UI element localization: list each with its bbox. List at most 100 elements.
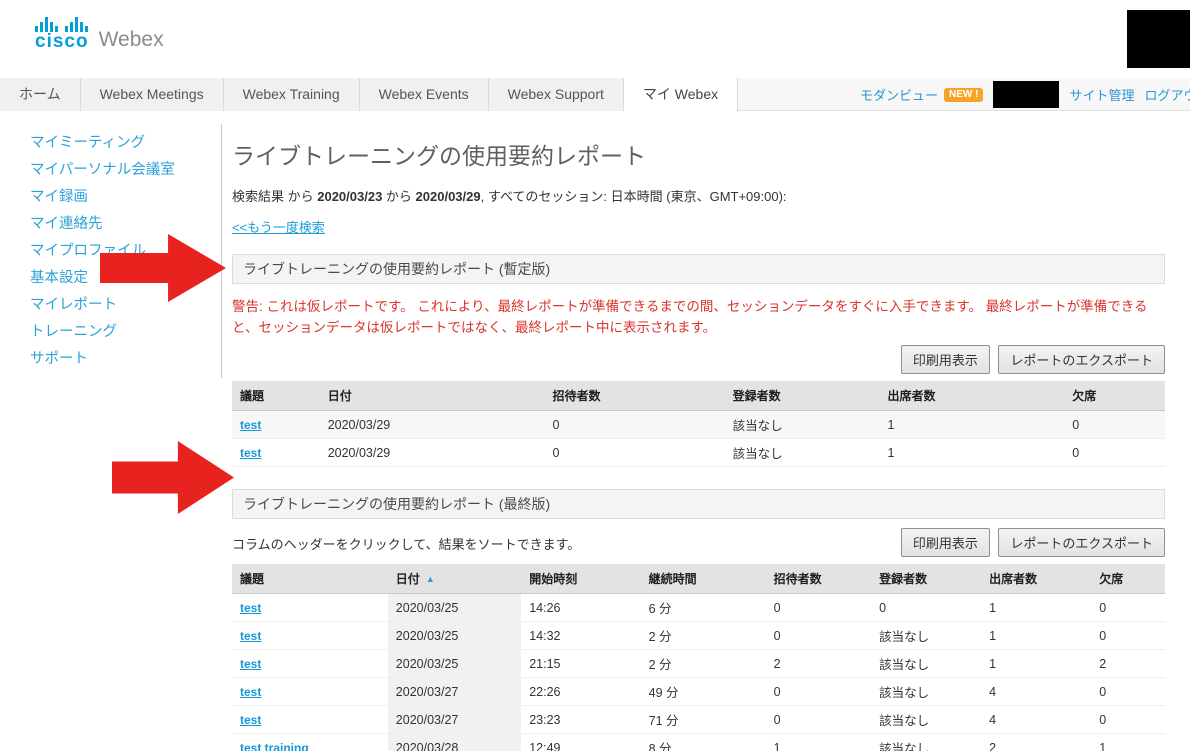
nav-tab-3[interactable]: Webex Training bbox=[224, 78, 360, 111]
sidebar-item[interactable]: マイレポート bbox=[30, 292, 221, 319]
cisco-bars-icon bbox=[35, 16, 88, 32]
table-cell: 49 分 bbox=[641, 678, 766, 706]
table-cell: 0 bbox=[545, 439, 725, 467]
table-cell: 8 分 bbox=[641, 734, 766, 751]
column-header[interactable]: 出席者数 bbox=[981, 564, 1091, 594]
redacted-user-name bbox=[993, 81, 1059, 108]
table-cell: 2020/03/27 bbox=[388, 678, 521, 706]
search-again-link[interactable]: <<もう一度検索 bbox=[232, 217, 325, 236]
table-cell: test bbox=[232, 622, 388, 650]
sidebar-item[interactable]: マイ連絡先 bbox=[30, 211, 221, 238]
table-cell: 12:49 bbox=[521, 734, 640, 751]
table-cell: 23:23 bbox=[521, 706, 640, 734]
sidebar-item[interactable]: マイパーソナル会議室 bbox=[30, 157, 221, 184]
provisional-section-title: ライブトレーニングの使用要約レポート (暫定版) bbox=[232, 254, 1165, 284]
session-link[interactable]: test training bbox=[240, 741, 309, 751]
column-header: 日付 bbox=[320, 381, 545, 411]
print-view-button[interactable]: 印刷用表示 bbox=[901, 528, 990, 557]
column-header[interactable]: 登録者数 bbox=[871, 564, 981, 594]
column-header[interactable]: 日付▲ bbox=[388, 564, 521, 594]
table-cell: 4 bbox=[981, 706, 1091, 734]
table-cell: 2020/03/29 bbox=[320, 411, 545, 439]
column-header[interactable]: 開始時刻 bbox=[521, 564, 640, 594]
session-link[interactable]: test bbox=[240, 629, 261, 643]
logout-link[interactable]: ログアウト bbox=[1144, 85, 1190, 104]
nav-tab-1[interactable]: ホーム bbox=[0, 78, 81, 111]
sort-hint-text: コラムのヘッダーをクリックして、結果をソートできます。 bbox=[232, 534, 580, 557]
table-cell: 1 bbox=[981, 594, 1091, 622]
nav-right-links: モダンビューNEW ! サイト管理 ログアウト bbox=[860, 78, 1190, 111]
nav-tab-6[interactable]: マイ Webex bbox=[624, 78, 738, 112]
table-row: test2020/03/2723:2371 分0該当なし40 bbox=[232, 706, 1165, 734]
session-link[interactable]: test bbox=[240, 601, 261, 615]
column-header: 登録者数 bbox=[725, 381, 880, 411]
sidebar-item[interactable]: サポート bbox=[30, 346, 221, 373]
column-header[interactable]: 欠席 bbox=[1091, 564, 1165, 594]
table-row: test training2020/03/2812:498 分1該当なし21 bbox=[232, 734, 1165, 751]
print-view-button[interactable]: 印刷用表示 bbox=[901, 345, 990, 374]
table-cell: 0 bbox=[766, 622, 871, 650]
provisional-warning-text: 警告: これは仮レポートです。 これにより、最終レポートが準備できるまでの間、セ… bbox=[232, 296, 1165, 338]
date-from: 2020/03/23 bbox=[317, 189, 382, 204]
export-report-button[interactable]: レポートのエクスポート bbox=[998, 345, 1165, 374]
sidebar-item[interactable]: マイ録画 bbox=[30, 184, 221, 211]
sidebar-item[interactable]: トレーニング bbox=[30, 319, 221, 346]
table-cell: 該当なし bbox=[871, 650, 981, 678]
table-cell: 該当なし bbox=[871, 706, 981, 734]
table-row: test2020/03/290該当なし10 bbox=[232, 439, 1165, 467]
table-cell: 0 bbox=[1091, 622, 1165, 650]
table-cell: 0 bbox=[1091, 594, 1165, 622]
table-cell: 該当なし bbox=[871, 622, 981, 650]
table-cell: 0 bbox=[545, 411, 725, 439]
table-cell: 2020/03/27 bbox=[388, 706, 521, 734]
table-cell: test bbox=[232, 439, 320, 467]
final-table: 議題日付▲開始時刻継続時間招待者数登録者数出席者数欠席test2020/03/2… bbox=[232, 564, 1165, 751]
table-cell: 2 分 bbox=[641, 622, 766, 650]
table-cell: 0 bbox=[1091, 706, 1165, 734]
annotation-arrow-final bbox=[112, 441, 234, 514]
table-cell: 2 bbox=[1091, 650, 1165, 678]
search-summary-text: から bbox=[382, 189, 415, 204]
table-cell: test bbox=[232, 678, 388, 706]
table-cell: 0 bbox=[1091, 678, 1165, 706]
provisional-button-row: 印刷用表示 レポートのエクスポート bbox=[232, 345, 1165, 374]
nav-tab-5[interactable]: Webex Support bbox=[489, 78, 624, 111]
export-report-button[interactable]: レポートのエクスポート bbox=[998, 528, 1165, 557]
table-cell: test bbox=[232, 411, 320, 439]
session-link[interactable]: test bbox=[240, 713, 261, 727]
provisional-table: 議題日付招待者数登録者数出席者数欠席test2020/03/290該当なし10t… bbox=[232, 381, 1165, 467]
table-cell: 2020/03/28 bbox=[388, 734, 521, 751]
table-row: test2020/03/290該当なし10 bbox=[232, 411, 1165, 439]
session-link[interactable]: test bbox=[240, 446, 261, 460]
session-link[interactable]: test bbox=[240, 685, 261, 699]
column-header: 欠席 bbox=[1064, 381, 1165, 411]
column-header[interactable]: 招待者数 bbox=[766, 564, 871, 594]
table-cell: 1 bbox=[879, 411, 1064, 439]
column-header: 招待者数 bbox=[545, 381, 725, 411]
table-cell: 14:32 bbox=[521, 622, 640, 650]
table-cell: 4 bbox=[981, 678, 1091, 706]
table-row: test2020/03/2722:2649 分0該当なし40 bbox=[232, 678, 1165, 706]
nav-tab-4[interactable]: Webex Events bbox=[360, 78, 489, 111]
table-cell: 1 bbox=[766, 734, 871, 751]
column-header: 出席者数 bbox=[879, 381, 1064, 411]
table-cell: 1 bbox=[981, 650, 1091, 678]
webex-logo: cisco Webex bbox=[35, 16, 164, 51]
table-row: test2020/03/2514:266 分0010 bbox=[232, 594, 1165, 622]
provisional-section: ライブトレーニングの使用要約レポート (暫定版) 警告: これは仮レポートです。… bbox=[232, 254, 1165, 467]
table-cell: 2 bbox=[766, 650, 871, 678]
cisco-wordmark: cisco bbox=[35, 33, 89, 51]
site-admin-link[interactable]: サイト管理 bbox=[1069, 85, 1134, 104]
session-link[interactable]: test bbox=[240, 657, 261, 671]
table-cell: 22:26 bbox=[521, 678, 640, 706]
sidebar-item[interactable]: マイミーティング bbox=[30, 130, 221, 157]
table-cell: test bbox=[232, 594, 388, 622]
redacted-region bbox=[1127, 10, 1190, 68]
column-header[interactable]: 継続時間 bbox=[641, 564, 766, 594]
table-cell: 0 bbox=[766, 706, 871, 734]
table-cell: test training bbox=[232, 734, 388, 751]
nav-tab-2[interactable]: Webex Meetings bbox=[81, 78, 224, 111]
column-header[interactable]: 議題 bbox=[232, 564, 388, 594]
modern-view-link[interactable]: モダンビュー bbox=[860, 85, 938, 104]
session-link[interactable]: test bbox=[240, 418, 261, 432]
